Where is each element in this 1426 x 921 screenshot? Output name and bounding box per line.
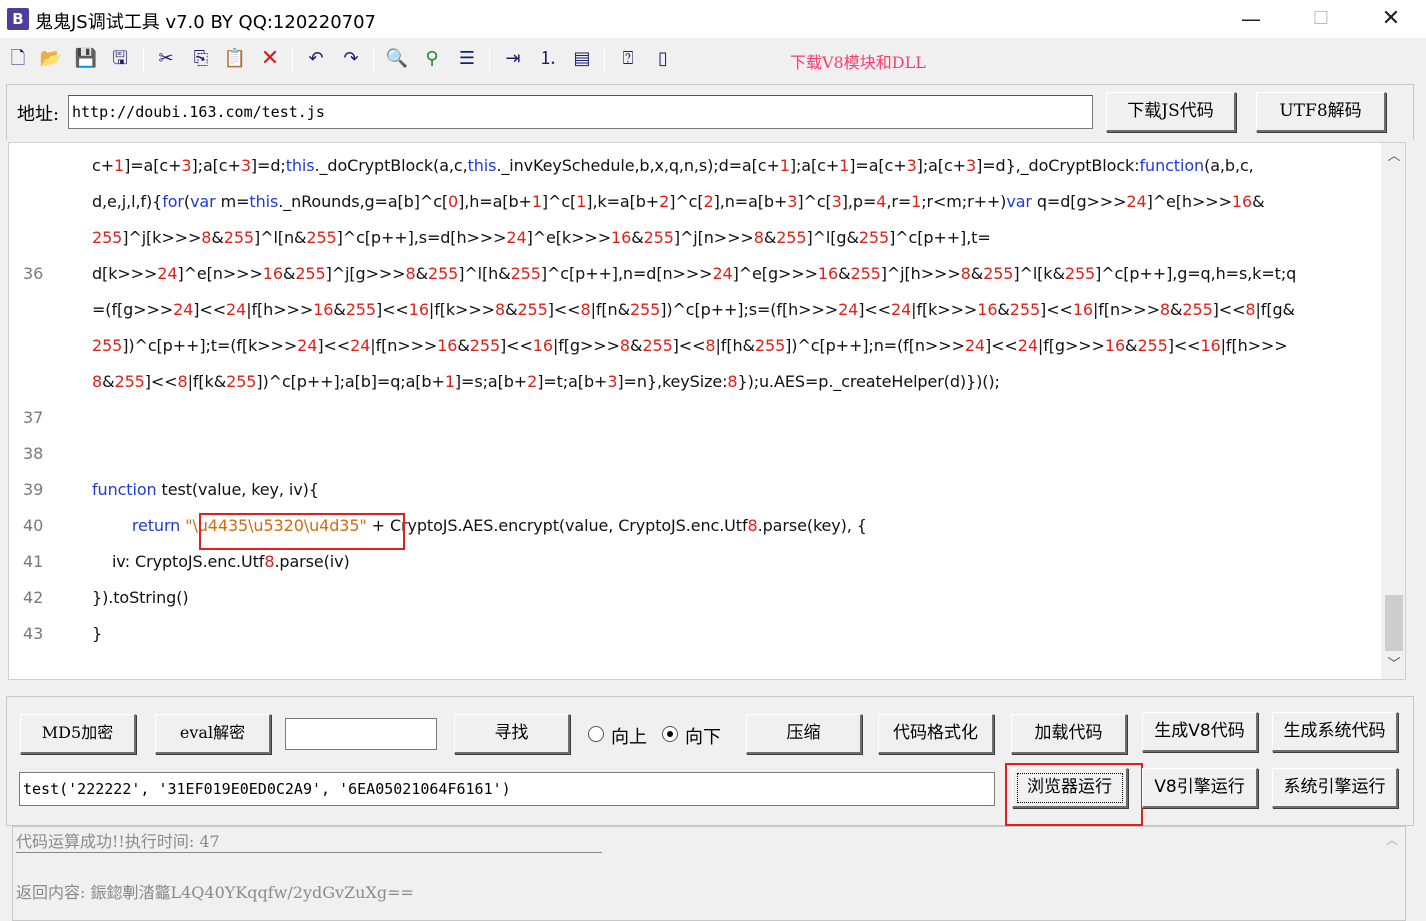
address-input[interactable]: http://doubi.163.com/test.js bbox=[68, 95, 1093, 129]
line-number: 37 bbox=[23, 408, 44, 427]
v8-engine-run-button[interactable]: V8引擎运行 bbox=[1142, 768, 1258, 808]
output-scrollbar[interactable]: ︿ bbox=[1379, 827, 1405, 920]
search-input[interactable] bbox=[285, 718, 437, 750]
scroll-thumb[interactable] bbox=[1385, 595, 1403, 651]
command-input[interactable]: test('222222', '31EF019E0ED0C2A9', '6EA0… bbox=[19, 772, 995, 806]
code-line[interactable]: 8&255]<<8|f[k&255])^c[p++];a[b]=q;a[b+1]… bbox=[92, 372, 1000, 391]
replace-icon[interactable]: ⚲ bbox=[419, 46, 445, 72]
line-number: 39 bbox=[23, 480, 44, 499]
load-code-button[interactable]: 加载代码 bbox=[1011, 714, 1127, 754]
toolbar-separator bbox=[373, 46, 374, 72]
toolbar-separator bbox=[604, 46, 605, 72]
copy-icon[interactable]: ⎘ bbox=[188, 46, 214, 72]
code-line[interactable]: iv: CryptoJS.enc.Utf8.parse(iv) bbox=[92, 552, 350, 571]
download-js-button[interactable]: 下载JS代码 bbox=[1106, 92, 1236, 132]
code-editor[interactable]: c+1]=a[c+3];a[c+3]=d;this._doCryptBlock(… bbox=[8, 142, 1406, 680]
code-line[interactable]: 255]^j[k>>>8&255]^l[n&255]^c[p++],s=d[h>… bbox=[92, 228, 991, 247]
help-pointer-icon[interactable]: ⍰ bbox=[615, 46, 641, 72]
code-line[interactable]: function test(value, key, iv){ bbox=[92, 480, 319, 499]
generate-system-code-button[interactable]: 生成系统代码 bbox=[1272, 712, 1398, 752]
highlight-box bbox=[199, 513, 405, 550]
scroll-down-icon[interactable]: ﹀ bbox=[1381, 653, 1405, 677]
run-button-highlight-box bbox=[1005, 763, 1143, 826]
editor-scrollbar[interactable]: ︿ ﹀ bbox=[1381, 143, 1405, 679]
radio-down-label[interactable]: 向下 bbox=[685, 723, 721, 749]
window-icon[interactable]: ▤ bbox=[569, 46, 595, 72]
undo-icon[interactable]: ↶ bbox=[303, 46, 329, 72]
code-line[interactable]: =(f[g>>>24]<<24|f[h>>>16&255]<<16|f[k>>>… bbox=[92, 300, 1295, 319]
output-divider bbox=[16, 852, 602, 853]
code-line[interactable]: c+1]=a[c+3];a[c+3]=d;this._doCryptBlock(… bbox=[92, 156, 1254, 175]
toolbar-separator bbox=[489, 46, 490, 72]
line-number: 42 bbox=[23, 588, 44, 607]
code-line[interactable]: d[k>>>24]^e[n>>>16&255]^j[g>>>8&255]^l[h… bbox=[92, 264, 1296, 283]
new-file-icon[interactable]: 🗋 bbox=[5, 46, 31, 72]
format-code-button[interactable]: 代码格式化 bbox=[878, 714, 994, 754]
output-status: 代码运算成功!!执行时间: 47 bbox=[16, 832, 220, 851]
list-icon[interactable]: ☰ bbox=[454, 46, 480, 72]
utf8-decode-button[interactable]: UTF8解码 bbox=[1256, 92, 1386, 132]
generate-v8-code-button[interactable]: 生成V8代码 bbox=[1142, 712, 1258, 752]
find-button[interactable]: 寻找 bbox=[454, 714, 570, 754]
save-all-icon[interactable]: 🖫 bbox=[107, 46, 133, 72]
output-scroll-up-icon[interactable]: ︿ bbox=[1379, 831, 1405, 848]
code-line[interactable]: } bbox=[92, 624, 102, 643]
find-icon[interactable]: 🔍 bbox=[384, 46, 410, 72]
open-folder-icon[interactable]: 📂 bbox=[38, 46, 64, 72]
indent-icon[interactable]: ⇥ bbox=[500, 46, 526, 72]
output-panel: 代码运算成功!!执行时间: 47 返回内容: 鋠鍃剸涾龞L4Q40YKqqfw/… bbox=[12, 826, 1406, 921]
line-number: 40 bbox=[23, 516, 44, 535]
radio-up-label[interactable]: 向上 bbox=[611, 723, 647, 749]
delete-icon[interactable]: ✕ bbox=[257, 46, 283, 72]
save-icon[interactable]: 💾 bbox=[73, 46, 99, 72]
window-title: 鬼鬼JS调试工具 v7.0 BY QQ:120220707 bbox=[35, 12, 377, 33]
eval-decode-button[interactable]: eval解密 bbox=[155, 714, 271, 754]
redo-icon[interactable]: ↷ bbox=[338, 46, 364, 72]
line-number: 36 bbox=[23, 264, 44, 283]
scroll-up-icon[interactable]: ︿ bbox=[1381, 145, 1405, 169]
about-icon[interactable]: ▯ bbox=[650, 46, 676, 72]
close-button[interactable]: ✕ bbox=[1356, 0, 1426, 38]
maximize-button[interactable]: ☐ bbox=[1286, 0, 1356, 38]
radio-up[interactable] bbox=[588, 726, 604, 742]
compress-button[interactable]: 压缩 bbox=[746, 714, 862, 754]
numbered-list-icon[interactable]: ⒈ bbox=[535, 46, 561, 72]
line-number: 43 bbox=[23, 624, 44, 643]
code-line[interactable]: 255])^c[p++];t=(f[k>>>24]<<24|f[n>>>16&2… bbox=[92, 336, 1288, 355]
md5-button[interactable]: MD5加密 bbox=[20, 714, 136, 754]
line-number: 41 bbox=[23, 552, 44, 571]
output-result: 返回内容: 鋠鍃剸涾龞L4Q40YKqqfw/2ydGvZuXg== bbox=[16, 883, 414, 902]
paste-icon[interactable]: 📋 bbox=[222, 46, 248, 72]
line-number: 38 bbox=[23, 444, 44, 463]
toolbar-separator bbox=[292, 46, 293, 72]
minimize-button[interactable]: — bbox=[1216, 0, 1286, 38]
radio-down[interactable] bbox=[662, 726, 678, 742]
system-engine-run-button[interactable]: 系统引擎运行 bbox=[1272, 768, 1398, 808]
download-v8-link[interactable]: 下载V8模块和DLL bbox=[790, 49, 926, 73]
toolbar: 🗋 📂 💾 🖫 ✂ ⎘ 📋 ✕ ↶ ↷ 🔍 ⚲ ☰ ⇥ ⒈ ▤ ⍰ ▯ 下载V8… bbox=[0, 38, 1426, 78]
app-logo-icon: B bbox=[7, 8, 29, 30]
app-window: B 鬼鬼JS调试工具 v7.0 BY QQ:120220707 — ☐ ✕ 🗋 … bbox=[0, 0, 1426, 921]
toolbar-separator bbox=[143, 46, 144, 72]
title-bar[interactable]: B 鬼鬼JS调试工具 v7.0 BY QQ:120220707 — ☐ ✕ bbox=[0, 0, 1426, 38]
address-label: 地址: bbox=[17, 104, 60, 125]
cut-icon[interactable]: ✂ bbox=[153, 46, 179, 72]
code-line[interactable]: d,e,j,l,f){for(var m=this._nRounds,g=a[b… bbox=[92, 192, 1265, 211]
code-line[interactable]: }).toString() bbox=[92, 588, 189, 607]
